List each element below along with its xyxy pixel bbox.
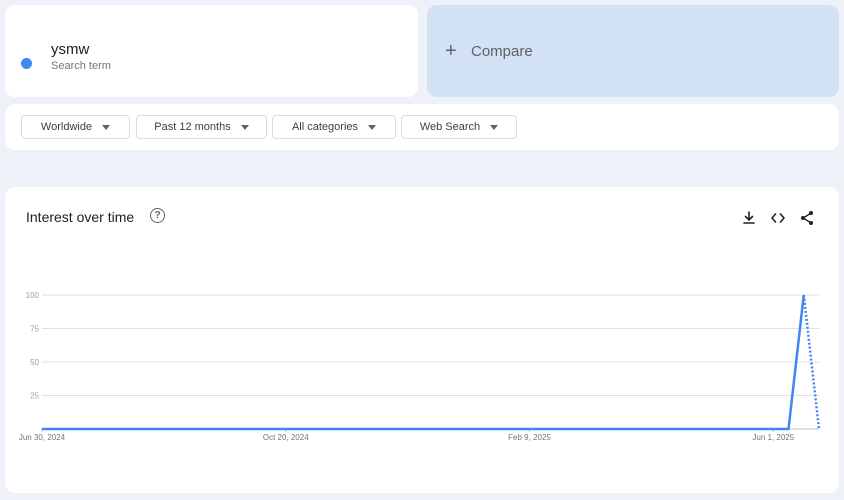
- search-type-label: Web Search: [419, 121, 481, 133]
- x-tick-label: Oct 20, 2024: [263, 433, 309, 442]
- caret-down-icon: [240, 124, 249, 130]
- chart-grid: [42, 294, 819, 430]
- y-axis-ticks: 25 50 75 100: [26, 291, 40, 401]
- search-term-subtitle: Search term: [51, 60, 111, 72]
- x-tick-label: Jun 30, 2024: [19, 433, 66, 442]
- caret-down-icon: [368, 124, 377, 130]
- compare-button[interactable]: + Compare: [427, 5, 839, 97]
- region-dropdown[interactable]: Worldwide: [21, 115, 130, 139]
- y-tick-label: 75: [30, 325, 39, 334]
- category-label: All categories: [291, 121, 359, 133]
- x-tick-label: Jun 1, 2025: [752, 433, 794, 442]
- line-chart: 25 50 75 100 Jun 30, 2024 Oct 20, 2024 Feb 9,…: [19, 291, 821, 442]
- series-color-dot: [21, 58, 32, 69]
- caret-down-icon: [490, 124, 499, 130]
- search-type-dropdown[interactable]: Web Search: [401, 115, 517, 139]
- search-term-card[interactable]: ysmw Search term: [5, 5, 418, 97]
- x-axis-ticks: Jun 30, 2024 Oct 20, 2024 Feb 9, 2025 Jun 1…: [19, 429, 795, 442]
- y-tick-label: 100: [26, 291, 40, 300]
- time-range-dropdown[interactable]: Past 12 months: [136, 115, 267, 139]
- plus-icon: +: [445, 40, 457, 62]
- filter-bar: Worldwide Past 12 months All categories …: [5, 104, 839, 150]
- y-tick-label: 25: [30, 392, 39, 401]
- y-tick-label: 50: [30, 358, 39, 367]
- category-dropdown[interactable]: All categories: [272, 115, 396, 139]
- compare-label: Compare: [471, 43, 533, 60]
- region-label: Worldwide: [40, 121, 93, 133]
- search-term-name[interactable]: ysmw: [51, 41, 89, 58]
- x-tick-label: Feb 9, 2025: [508, 433, 551, 442]
- interest-over-time-card: Interest over time ? 25 50 75 100 Jun 30, 2…: [5, 187, 839, 493]
- caret-down-icon: [102, 124, 111, 130]
- time-range-label: Past 12 months: [154, 121, 231, 133]
